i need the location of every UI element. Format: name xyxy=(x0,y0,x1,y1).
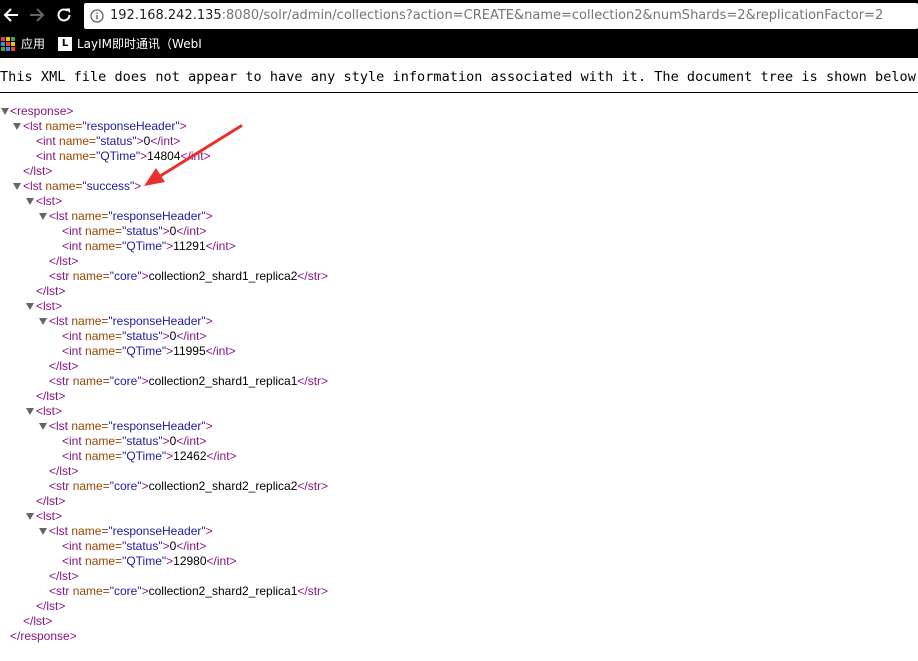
success-attr-value: "success" xyxy=(82,179,135,193)
xml-line-shard-header-open: <lst name="responseHeader"> xyxy=(0,419,213,434)
xml-line-shard-header-close: </lst> xyxy=(49,464,79,478)
core-name: collection2_shard2_replica1 xyxy=(148,584,298,598)
xml-line-shard-close: </lst> xyxy=(36,284,66,298)
xml-line-response-open: <response> xyxy=(0,104,73,119)
xml-line-header-close: </lst> xyxy=(23,164,53,178)
info-icon[interactable] xyxy=(90,9,104,23)
collapse-triangle-icon[interactable] xyxy=(13,183,21,190)
collapse-triangle-icon[interactable] xyxy=(13,123,21,130)
collapse-triangle-icon[interactable] xyxy=(39,528,47,535)
header-qtime-value: 14804 xyxy=(147,149,181,163)
xml-line-response-close: </response> xyxy=(10,629,77,643)
address-bar[interactable]: 192.168.242.135:8080/solr/admin/collecti… xyxy=(84,3,918,29)
xml-line-shard-qtime: <int name="QTime">11291</int> xyxy=(62,239,236,253)
xml-line-shard-header-open: <lst name="responseHeader"> xyxy=(0,209,213,224)
back-arrow-icon[interactable] xyxy=(2,6,20,24)
collapse-triangle-icon[interactable] xyxy=(1,108,9,115)
xml-line-shard-core: <str name="core">collection2_shard2_repl… xyxy=(49,584,329,598)
collapse-triangle-icon[interactable] xyxy=(39,213,47,220)
xml-line-shard-core: <str name="core">collection2_shard1_repl… xyxy=(49,374,329,388)
xml-line-shard-status: <int name="status">0</int> xyxy=(62,224,207,238)
xml-line-shard-close: </lst> xyxy=(36,599,66,613)
browser-toolbar: 192.168.242.135:8080/solr/admin/collecti… xyxy=(0,0,918,58)
response-open-tag: <response> xyxy=(10,104,74,118)
url-path: :8080/solr/admin/collections?action=CREA… xyxy=(221,8,884,23)
xml-line-shard-status: <int name="status">0</int> xyxy=(62,329,207,343)
xml-line-shard-qtime: <int name="QTime">12462</int> xyxy=(62,449,237,463)
xml-line-header-open: <lst name="responseHeader"> xyxy=(0,119,187,134)
xml-line-shard-close: </lst> xyxy=(36,494,66,508)
collapse-triangle-icon[interactable] xyxy=(39,423,47,430)
bookmark-label: LayIM即时通讯（WebI xyxy=(77,37,202,51)
xml-line-shard-qtime: <int name="QTime">12980</int> xyxy=(62,554,237,568)
collapse-triangle-icon[interactable] xyxy=(26,408,34,415)
forward-arrow-icon[interactable] xyxy=(28,6,46,24)
xml-line-shard-open: <lst> xyxy=(0,194,62,209)
xml-line-success-close: </lst> xyxy=(23,614,53,628)
xml-line-shard-open: <lst> xyxy=(0,299,62,314)
layim-favicon-icon: L xyxy=(58,37,72,51)
xml-line-shard-header-open: <lst name="responseHeader"> xyxy=(0,524,213,539)
xml-line-shard-close: </lst> xyxy=(36,389,66,403)
reload-icon[interactable] xyxy=(55,6,73,24)
url-host: 192.168.242.135 xyxy=(110,8,222,23)
core-name: collection2_shard1_replica2 xyxy=(148,269,298,283)
xml-line-shard-status: <int name="status">0</int> xyxy=(62,539,207,553)
xml-line-shard-status: <int name="status">0</int> xyxy=(62,434,207,448)
xml-line-shard-qtime: <int name="QTime">11995</int> xyxy=(62,344,236,358)
xml-line-shard-header-close: </lst> xyxy=(49,359,79,373)
xml-line-shard-header-close: </lst> xyxy=(49,254,79,268)
xml-line-shard-core: <str name="core">collection2_shard2_repl… xyxy=(49,479,329,493)
apps-grid-icon xyxy=(1,37,15,51)
collapse-triangle-icon[interactable] xyxy=(26,513,34,520)
collapse-triangle-icon[interactable] xyxy=(26,198,34,205)
xml-line-shard-open: <lst> xyxy=(0,404,62,419)
xml-style-notice: This XML file does not appear to have an… xyxy=(0,58,918,93)
core-name: collection2_shard1_replica1 xyxy=(148,374,298,388)
xml-line-shard-header-open: <lst name="responseHeader"> xyxy=(0,314,213,329)
xml-line-success-open: <lst name="success"> xyxy=(0,179,141,194)
xml-line-header-status: <int name="status">0</int> xyxy=(36,134,181,148)
xml-line-header-qtime: <int name="QTime">14804</int> xyxy=(36,149,211,163)
bookmark-label: 应用 xyxy=(21,37,46,51)
url-text: 192.168.242.135:8080/solr/admin/collecti… xyxy=(110,3,883,29)
xml-line-shard-open: <lst> xyxy=(0,509,62,524)
xml-line-shard-core: <str name="core">collection2_shard1_repl… xyxy=(49,269,329,283)
xml-line-shard-header-close: </lst> xyxy=(49,569,79,583)
collapse-triangle-icon[interactable] xyxy=(26,303,34,310)
bookmark-layim[interactable]: L LayIM即时通讯（WebI xyxy=(58,33,202,55)
bookmark-apps[interactable]: 应用 xyxy=(1,33,45,55)
collapse-triangle-icon[interactable] xyxy=(39,318,47,325)
core-name: collection2_shard2_replica2 xyxy=(148,479,298,493)
